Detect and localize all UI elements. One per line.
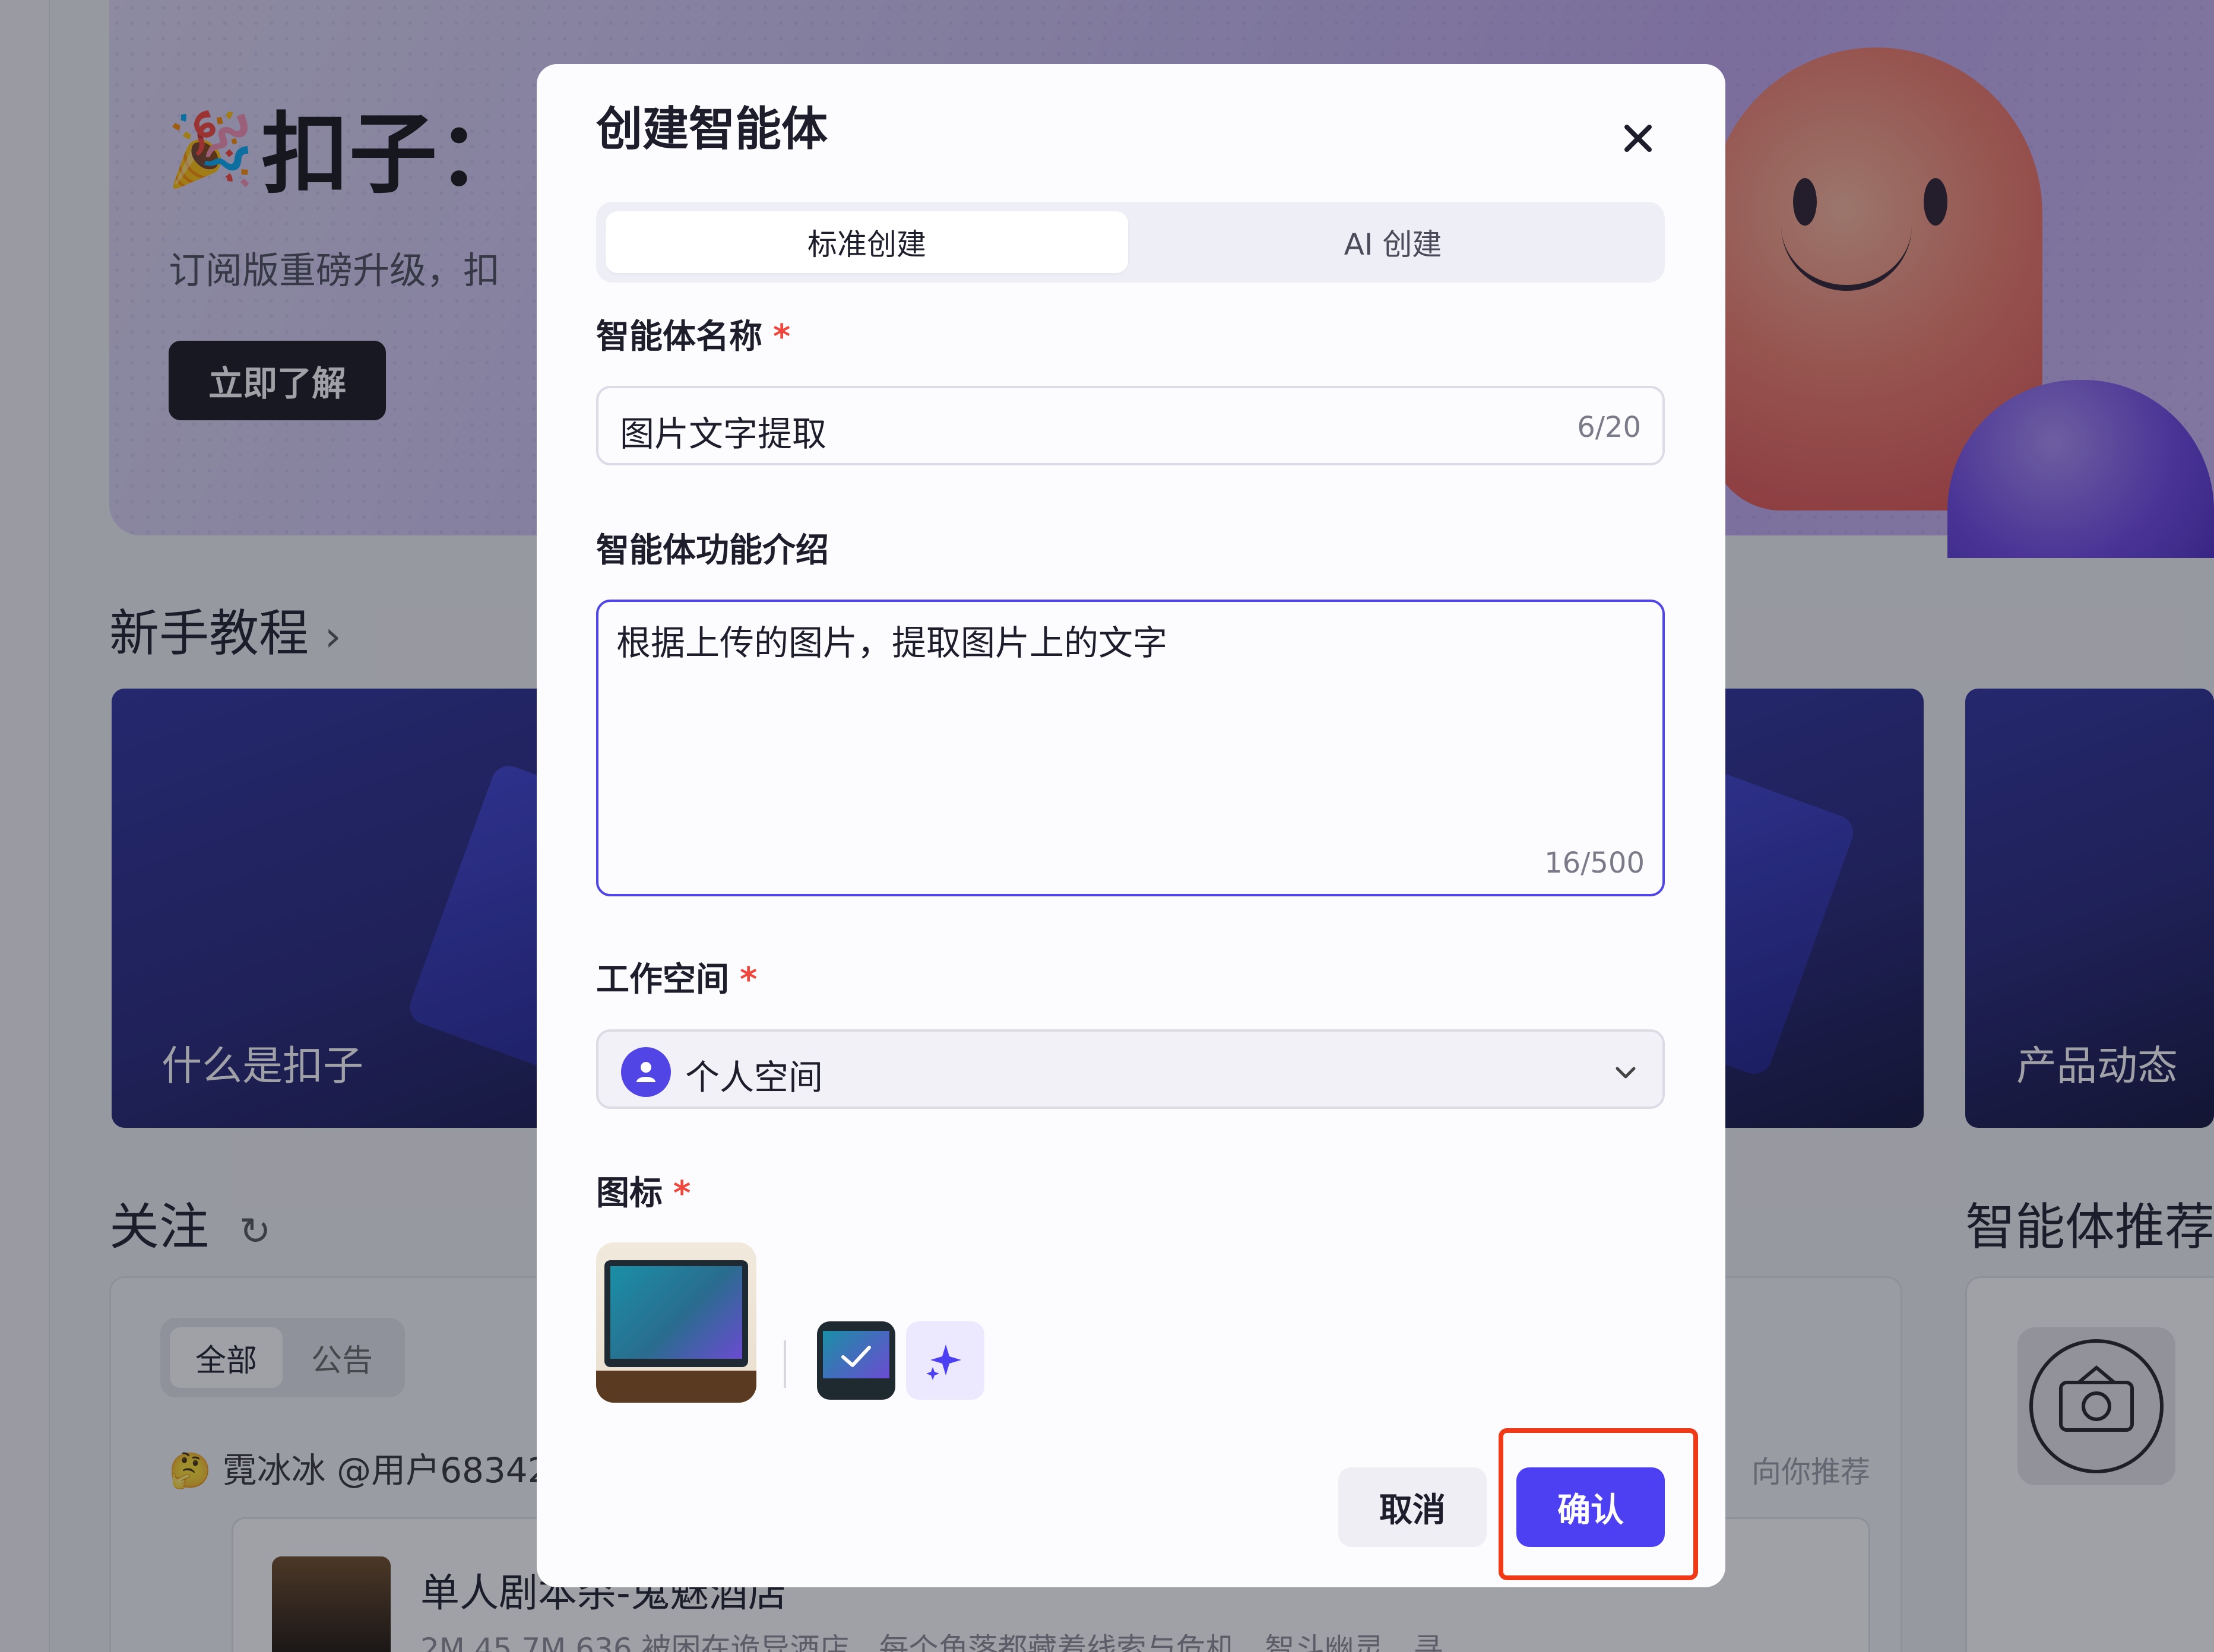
cancel-button[interactable]: 取消 — [1338, 1467, 1487, 1547]
agent-description-textarea[interactable]: 根据上传的图片，提取图片上的文字 16/500 — [596, 600, 1665, 896]
agent-name-input[interactable]: 图片文字提取 6/20 — [596, 386, 1665, 465]
create-mode-tabs: 标准创建 AI 创建 — [596, 202, 1665, 283]
description-field-label: 智能体功能介绍 — [596, 531, 829, 570]
agent-name-value: 图片文字提取 — [620, 414, 827, 454]
ai-generate-icon-button[interactable] — [906, 1321, 984, 1400]
workspace-value: 个人空间 — [685, 1057, 823, 1098]
required-mark: * — [740, 960, 758, 999]
name-label-text: 智能体名称 — [596, 318, 762, 356]
name-field-label: 智能体名称 * — [596, 316, 790, 358]
tab-standard-create[interactable]: 标准创建 — [606, 211, 1128, 273]
monitor-illustration — [604, 1260, 748, 1367]
sparkle-icon — [926, 1345, 961, 1380]
agent-description-value: 根据上传的图片，提取图片上的文字 — [616, 623, 1168, 663]
person-icon — [621, 1047, 671, 1097]
monitor-screen — [610, 1266, 742, 1359]
workspace-select[interactable]: 个人空间 — [596, 1029, 1665, 1109]
icon-divider — [784, 1340, 786, 1388]
confirm-button[interactable]: 确认 — [1516, 1467, 1665, 1547]
chevron-down-icon — [1608, 1054, 1643, 1090]
agent-icon-preview[interactable] — [596, 1242, 756, 1403]
workspace-label-text: 工作空间 — [596, 960, 729, 999]
description-char-counter: 16/500 — [1544, 846, 1645, 880]
required-mark: * — [773, 318, 791, 356]
close-button[interactable] — [1611, 112, 1665, 165]
icon-option-selected[interactable] — [817, 1321, 895, 1400]
check-icon — [841, 1346, 871, 1367]
required-mark: * — [673, 1174, 691, 1213]
icon-label-text: 图标 — [596, 1174, 663, 1213]
dialog-title: 创建智能体 — [596, 103, 828, 156]
tab-ai-create[interactable]: AI 创建 — [1130, 211, 1655, 273]
name-char-counter: 6/20 — [1577, 411, 1641, 444]
create-agent-dialog: 创建智能体 标准创建 AI 创建 智能体名称 * 图片文字提取 6/20 智能体功… — [537, 64, 1725, 1587]
desk-illustration — [596, 1371, 756, 1403]
icon-field-label: 图标 * — [596, 1173, 691, 1215]
workspace-field-label: 工作空间 * — [596, 959, 757, 1001]
close-icon — [1624, 125, 1652, 152]
